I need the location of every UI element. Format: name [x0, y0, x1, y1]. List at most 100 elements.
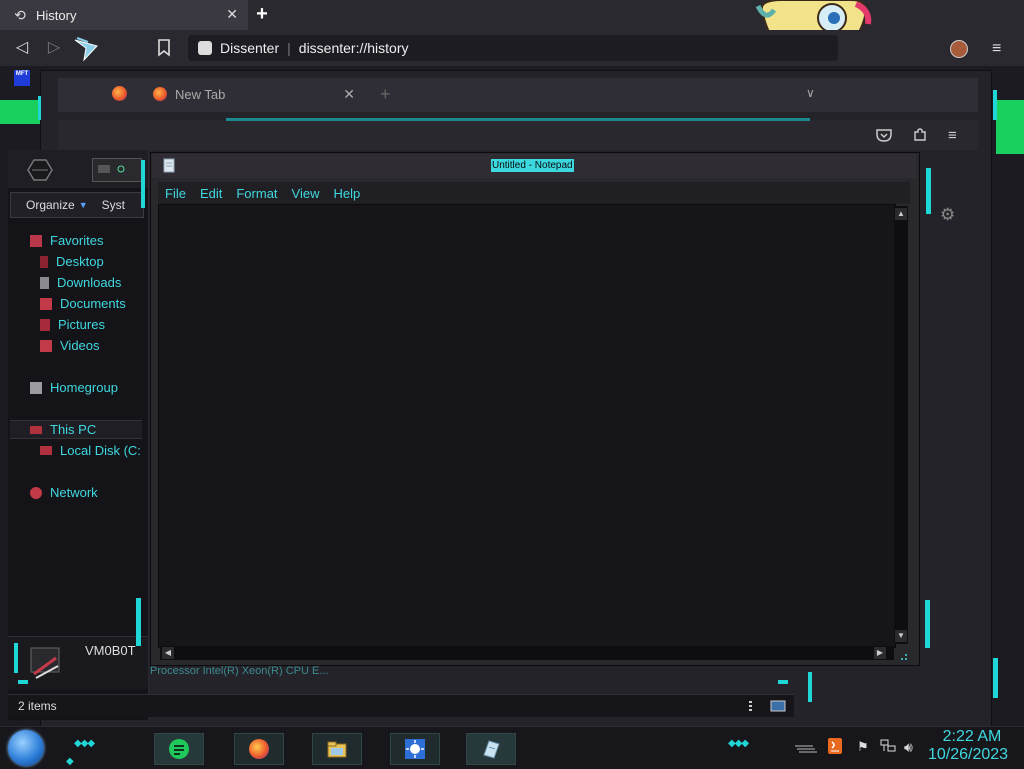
nav-item-favorites[interactable]: Favorites [30, 233, 103, 248]
site-name: Dissenter [220, 40, 280, 56]
nav-label: Local Disk (C: [60, 443, 141, 458]
computer-icon [30, 425, 42, 434]
organize-button[interactable]: Organize ▼ Syst [10, 192, 144, 218]
green-accent-left [0, 100, 40, 124]
chevron-down-icon: ▼ [78, 200, 88, 210]
system-properties-button[interactable]: Syst [102, 198, 125, 212]
cyan-accent [38, 96, 41, 120]
menu-file[interactable]: File [165, 186, 186, 201]
videos-icon [40, 339, 52, 352]
dissenter-logo-icon[interactable] [72, 34, 100, 62]
cyan-accent [141, 160, 145, 208]
clock-time[interactable]: 2:22 AM [942, 728, 1002, 746]
back-button-hex-icon[interactable] [22, 158, 58, 182]
vertical-scrollbar[interactable]: ▲ ▼ [894, 206, 908, 644]
profile-avatar[interactable] [950, 40, 968, 58]
cyan-accent [993, 90, 997, 120]
close-tab-icon[interactable]: ✕ [226, 6, 238, 23]
notepad-menubar: File Edit Format View Help [158, 182, 910, 204]
firefox-status-text: Processor Intel(R) Xeon(R) CPU E... [150, 665, 329, 677]
start-button[interactable] [8, 730, 44, 766]
menu-view[interactable]: View [292, 186, 320, 201]
nav-item-homegroup[interactable]: Homegroup [30, 380, 118, 395]
firefox-new-tab-button[interactable]: + [380, 84, 391, 105]
notepad-text-area[interactable] [158, 204, 896, 648]
firefox-pinned-tab[interactable] [100, 80, 140, 108]
nav-label: Videos [60, 338, 100, 353]
explorer-status-bar [8, 694, 794, 717]
nav-item-network[interactable]: Network [30, 485, 98, 500]
taskbar-chevron-decoration: ◆◆◆ [728, 738, 749, 749]
java-update-icon[interactable] [828, 738, 842, 754]
star-icon [30, 234, 42, 247]
show-hidden-icons[interactable] [795, 741, 817, 753]
computer-name: VM0B0T [85, 643, 136, 658]
taskbar-chevron-decoration: ◆ [66, 756, 74, 767]
nav-item-this-pc[interactable]: This PC [30, 422, 96, 437]
nav-item-documents[interactable]: Documents [40, 296, 126, 311]
extensions-icon[interactable] [912, 127, 928, 146]
notepad-icon [481, 739, 501, 759]
nav-item-pictures[interactable]: Pictures [40, 317, 105, 332]
browser-menu-icon[interactable]: ≡ [992, 40, 1001, 58]
cyan-accent [808, 672, 812, 702]
scroll-down-icon[interactable]: ▼ [895, 630, 907, 642]
nav-item-local-disk[interactable]: Local Disk (C: [40, 443, 141, 458]
resize-grip-icon[interactable] [896, 648, 908, 660]
file-explorer-icon [327, 739, 347, 759]
network-status-icon[interactable] [880, 739, 896, 753]
scroll-up-icon[interactable]: ▲ [895, 208, 907, 220]
firefox-icon [153, 87, 167, 101]
horizontal-scrollbar[interactable]: ◀ ▶ [160, 646, 894, 660]
firefox-icon [249, 739, 269, 759]
action-center-flag-icon[interactable]: ⚑ [857, 739, 869, 755]
url-text[interactable]: dissenter://history [299, 40, 409, 56]
nav-label: Pictures [58, 317, 105, 332]
forward-icon[interactable]: ▷ [44, 38, 64, 58]
scroll-right-icon[interactable]: ▶ [874, 647, 886, 659]
browser-tab-history[interactable]: ⟲ History ✕ [0, 0, 248, 30]
pictures-icon [40, 318, 50, 331]
firefox-urlbar-edge [226, 118, 810, 121]
mft-tray-logo[interactable]: MFT [14, 70, 30, 86]
clock-date[interactable]: 10/26/2023 [928, 746, 1008, 764]
taskbar-chevron-decoration: ◆◆◆ [74, 738, 95, 749]
nav-item-videos[interactable]: Videos [40, 338, 100, 353]
site-info-icon[interactable] [198, 41, 212, 55]
taskbar-weather[interactable] [390, 733, 440, 765]
nav-item-downloads[interactable]: Downloads [40, 275, 121, 290]
desktop-icon [40, 255, 48, 268]
documents-icon [40, 297, 52, 310]
network-icon [30, 486, 42, 499]
history-icon: ⟲ [14, 6, 26, 23]
taskbar-notepad[interactable] [466, 733, 516, 765]
firefox-toolbar [58, 118, 978, 150]
explorer-address-bar[interactable] [92, 158, 142, 182]
menu-format[interactable]: Format [236, 186, 277, 201]
new-tab-button[interactable]: + [252, 4, 272, 25]
pocket-icon[interactable] [876, 128, 892, 145]
scroll-left-icon[interactable]: ◀ [162, 647, 174, 659]
close-tab-icon[interactable]: ✕ [343, 86, 355, 103]
volume-icon[interactable]: 🔊︎ [904, 739, 913, 756]
details-view-icon[interactable] [744, 699, 758, 711]
green-accent-right [996, 100, 1024, 154]
firefox-menu-icon[interactable]: ≡ [948, 127, 957, 144]
cyan-accent [993, 658, 998, 698]
large-icons-view-icon[interactable] [770, 699, 786, 712]
bookmark-icon[interactable] [156, 38, 172, 58]
taskbar-notes-app[interactable] [154, 733, 204, 765]
firefox-tab-new-tab[interactable]: New Tab ✕ [145, 80, 367, 108]
address-separator: | [287, 40, 291, 56]
nav-item-desktop[interactable]: Desktop [40, 254, 104, 269]
back-icon[interactable]: ◁ [12, 38, 32, 58]
menu-help[interactable]: Help [333, 186, 360, 201]
list-all-tabs-icon[interactable]: ∨ [806, 86, 815, 100]
nav-label: Desktop [56, 254, 104, 269]
gear-icon[interactable]: ⚙ [940, 205, 955, 225]
menu-edit[interactable]: Edit [200, 186, 222, 201]
taskbar-file-explorer[interactable] [312, 733, 362, 765]
cyan-accent [14, 643, 18, 673]
taskbar-firefox[interactable] [234, 733, 284, 765]
address-bar[interactable]: Dissenter | dissenter://history [188, 35, 838, 61]
